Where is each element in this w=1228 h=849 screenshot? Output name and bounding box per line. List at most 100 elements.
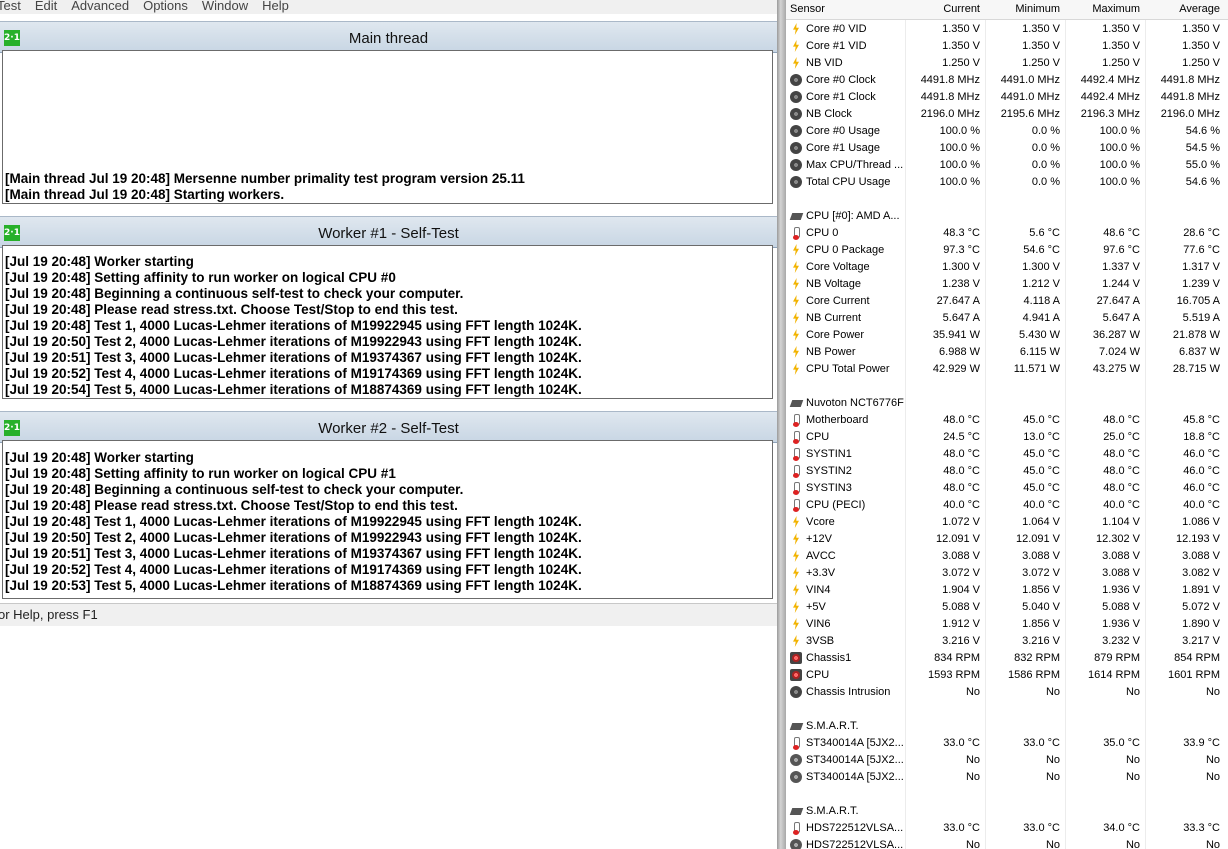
window-divider[interactable] — [777, 0, 786, 849]
sensor-row[interactable]: Core #0 VID 1.350 V 1.350 V 1.350 V 1.350 V — [786, 21, 1228, 38]
sensor-row[interactable]: Core Power 35.941 W 5.430 W 36.287 W 21.878 … — [786, 327, 1228, 344]
sensor-row[interactable]: NB Power 6.988 W 6.115 W 7.024 W 6.837 W — [786, 344, 1228, 361]
prime95-window: Test Edit Advanced Options Window Help 2·1 Ma… — [0, 0, 777, 849]
sensor-name: ST340014A [5JX2... — [806, 771, 904, 783]
minimum-value: 1.250 V — [1022, 57, 1060, 69]
pane-title-bar[interactable]: 2·1 Worker #1 - Self-Test — [0, 216, 777, 248]
sensor-row[interactable]: Core #0 Clock 4491.8 MHz 4491.0 MHz 4492.4 … — [786, 72, 1228, 89]
sensor-row[interactable]: +12V 12.091 V 12.091 V 12.302 V 12.193 V — [786, 531, 1228, 548]
sensor-name: ST340014A [5JX2... — [806, 754, 904, 766]
sensor-row[interactable]: SYSTIN1 48.0 °C 45.0 °C 48.0 °C 46.0 °C — [786, 446, 1228, 463]
sensor-row[interactable]: CPU 0 48.3 °C 5.6 °C 48.6 °C 28.6 °C — [786, 225, 1228, 242]
thermometer-icon — [790, 737, 802, 750]
sensor-row[interactable]: CPU Total Power 42.929 W 11.571 W 43.275 W 2… — [786, 361, 1228, 378]
average-value: 45.8 °C — [1183, 414, 1220, 426]
sensor-row[interactable]: NB Current 5.647 A 4.941 A 5.647 A 5.519 A — [786, 310, 1228, 327]
sensor-row[interactable]: Core #1 Usage 100.0 % 0.0 % 100.0 % 54.5 % — [786, 140, 1228, 157]
thermometer-icon — [790, 448, 802, 461]
column-header-minimum[interactable]: Minimum — [1015, 3, 1060, 15]
maximum-value: 48.6 °C — [1103, 227, 1140, 239]
sensor-row[interactable]: +5V 5.088 V 5.040 V 5.088 V 5.072 V — [786, 599, 1228, 616]
sensor-group-row[interactable]: CPU [#0]: AMD A... — [786, 208, 1228, 225]
sensor-row[interactable]: +3.3V 3.072 V 3.072 V 3.088 V 3.082 V — [786, 565, 1228, 582]
average-value: 54.5 % — [1185, 142, 1220, 154]
menu-help[interactable]: Help — [262, 0, 289, 12]
sensor-name: +5V — [806, 601, 826, 613]
average-value: 28.715 W — [1172, 363, 1220, 375]
maximum-value: 3.232 V — [1102, 635, 1140, 647]
sensor-row[interactable]: Chassis1 834 RPM 832 RPM 879 RPM 854 RPM — [786, 650, 1228, 667]
sensor-row[interactable]: NB Voltage 1.238 V 1.212 V 1.244 V 1.239 V — [786, 276, 1228, 293]
log-area[interactable]: [Jul 19 20:48] Worker starting [Jul 19 20… — [2, 245, 773, 399]
sensor-row[interactable]: CPU (PECI) 40.0 °C 40.0 °C 40.0 °C 40.0 °C — [786, 497, 1228, 514]
log-area[interactable]: [Jul 19 20:48] Worker starting [Jul 19 20… — [2, 440, 773, 599]
current-value: 6.988 W — [939, 346, 980, 358]
menu-advanced[interactable]: Advanced — [71, 0, 129, 12]
sensor-row[interactable]: ST340014A [5JX2... 33.0 °C 33.0 °C 35.0 °C 3… — [786, 735, 1228, 752]
average-value: 54.6 % — [1185, 176, 1220, 188]
log-area[interactable]: [Main thread Jul 19 20:48] Mersenne numb… — [2, 50, 773, 204]
voltage-icon — [790, 312, 802, 324]
sensor-row — [786, 786, 1228, 803]
pane-title-bar[interactable]: 2·1 Main thread — [0, 21, 777, 53]
sensor-row[interactable]: HDS722512VLSA... 33.0 °C 33.0 °C 34.0 °C 33.… — [786, 820, 1228, 837]
log-line: [Jul 19 20:51] Test 3, 4000 Lucas-Lehmer… — [5, 546, 582, 561]
sensor-group-row[interactable]: S.M.A.R.T. — [786, 803, 1228, 820]
sensor-row[interactable]: Core Current 27.647 A 4.118 A 27.647 A 16.70… — [786, 293, 1228, 310]
log-line: [Jul 19 20:54] Test 5, 4000 Lucas-Lehmer… — [5, 382, 582, 397]
menu-test[interactable]: Test — [0, 0, 21, 12]
sensor-row[interactable]: CPU 0 Package 97.3 °C 54.6 °C 97.6 °C 77.6 °… — [786, 242, 1228, 259]
voltage-icon — [790, 550, 802, 562]
gauge-icon — [790, 91, 802, 103]
sensor-row[interactable]: Core #1 Clock 4491.8 MHz 4491.0 MHz 4492.4 … — [786, 89, 1228, 106]
current-value: 100.0 % — [939, 176, 980, 188]
average-value: No — [1205, 686, 1220, 698]
column-header-maximum[interactable]: Maximum — [1092, 3, 1140, 15]
average-value: 1.317 V — [1182, 261, 1220, 273]
log-lines: [Main thread Jul 19 20:48] Mersenne numb… — [5, 171, 770, 203]
sensor-name: AVCC — [806, 550, 836, 562]
current-value: 1.072 V — [942, 516, 980, 528]
sensor-row[interactable]: ST340014A [5JX2... No No No No — [786, 752, 1228, 769]
sensor-row[interactable]: SYSTIN2 48.0 °C 45.0 °C 48.0 °C 46.0 °C — [786, 463, 1228, 480]
sensor-row[interactable]: 3VSB 3.216 V 3.216 V 3.232 V 3.217 V — [786, 633, 1228, 650]
sensor-row[interactable]: Core #1 VID 1.350 V 1.350 V 1.350 V 1.350 V — [786, 38, 1228, 55]
menu-edit[interactable]: Edit — [35, 0, 57, 12]
maximum-value: 36.287 W — [1092, 329, 1140, 341]
sensor-row[interactable]: HDS722512VLSA... No No No No — [786, 837, 1228, 849]
column-header-current[interactable]: Current — [943, 3, 980, 15]
sensor-row[interactable]: CPU 24.5 °C 13.0 °C 25.0 °C 18.8 °C — [786, 429, 1228, 446]
sensor-row[interactable]: NB Clock 2196.0 MHz 2195.6 MHz 2196.3 MHz 21… — [786, 106, 1228, 123]
minimum-value: 0.0 % — [1031, 159, 1060, 171]
sensor-row[interactable]: Total CPU Usage 100.0 % 0.0 % 100.0 % 54.6 % — [786, 174, 1228, 191]
sensor-row[interactable]: SYSTIN3 48.0 °C 45.0 °C 48.0 °C 46.0 °C — [786, 480, 1228, 497]
sensor-row[interactable]: AVCC 3.088 V 3.088 V 3.088 V 3.088 V — [786, 548, 1228, 565]
sensor-row[interactable]: Core Voltage 1.300 V 1.300 V 1.337 V 1.317 V — [786, 259, 1228, 276]
average-value: No — [1205, 839, 1220, 849]
sensor-row[interactable]: NB VID 1.250 V 1.250 V 1.250 V 1.250 V — [786, 55, 1228, 72]
current-value: 4491.8 MHz — [920, 91, 980, 103]
sensor-row[interactable]: Core #0 Usage 100.0 % 0.0 % 100.0 % 54.6 % — [786, 123, 1228, 140]
maximum-value: No — [1125, 771, 1140, 783]
column-header-sensor[interactable]: Sensor — [790, 3, 825, 15]
average-value: 46.0 °C — [1183, 482, 1220, 494]
current-value: 1.912 V — [942, 618, 980, 630]
minimum-value: No — [1045, 754, 1060, 766]
column-header-average[interactable]: Average — [1179, 3, 1220, 15]
sensor-row[interactable]: VIN6 1.912 V 1.856 V 1.936 V 1.890 V — [786, 616, 1228, 633]
sensor-row[interactable]: Vcore 1.072 V 1.064 V 1.104 V 1.086 V — [786, 514, 1228, 531]
menu-options[interactable]: Options — [143, 0, 188, 12]
sensor-row[interactable]: Max CPU/Thread ... 100.0 % 0.0 % 100.0 % 55.… — [786, 157, 1228, 174]
sensor-row[interactable]: VIN4 1.904 V 1.856 V 1.936 V 1.891 V — [786, 582, 1228, 599]
current-value: 33.0 °C — [943, 822, 980, 834]
sensor-group-row[interactable]: S.M.A.R.T. — [786, 718, 1228, 735]
sensor-row[interactable]: ST340014A [5JX2... No No No No — [786, 769, 1228, 786]
sensor-row[interactable]: Chassis Intrusion No No No No — [786, 684, 1228, 701]
thermometer-icon — [790, 499, 802, 512]
sensor-row[interactable]: CPU 1593 RPM 1586 RPM 1614 RPM 1601 RPM — [786, 667, 1228, 684]
average-value: 5.519 A — [1182, 312, 1220, 324]
pane-title-bar[interactable]: 2·1 Worker #2 - Self-Test — [0, 411, 777, 443]
menu-window[interactable]: Window — [202, 0, 248, 12]
sensor-group-row[interactable]: Nuvoton NCT6776F — [786, 395, 1228, 412]
sensor-row[interactable]: Motherboard 48.0 °C 45.0 °C 48.0 °C 45.8 °C — [786, 412, 1228, 429]
